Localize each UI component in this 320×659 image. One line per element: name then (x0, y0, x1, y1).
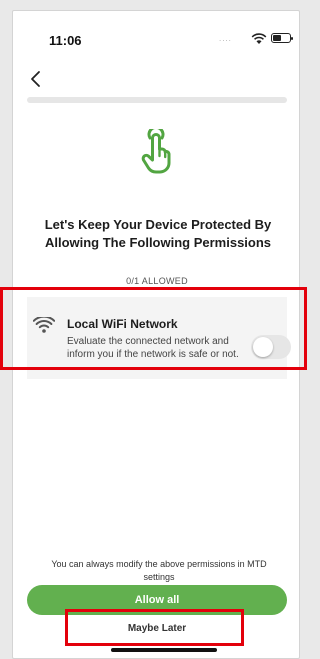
tap-hand-icon (139, 125, 173, 175)
allowed-count: 0/1 ALLOWED (126, 276, 188, 286)
allow-all-button[interactable]: Allow all (27, 585, 287, 615)
status-time: 11:06 (49, 33, 82, 48)
permission-title: Local WiFi Network (67, 317, 178, 331)
permission-description: Evaluate the connected network and infor… (67, 336, 239, 360)
back-button[interactable] (27, 67, 47, 91)
wifi-icon (32, 315, 56, 333)
maybe-later-button[interactable]: Maybe Later (73, 619, 241, 639)
page-title: Let's Keep Your Device Protected By Allo… (44, 217, 272, 250)
wifi-icon (251, 32, 267, 44)
toggle-knob (253, 337, 273, 357)
home-indicator (111, 648, 217, 652)
chevron-left-icon (31, 71, 40, 87)
footer-note: You can always modify the above permissi… (51, 559, 267, 582)
permission-card-wifi: Local WiFi Network Evaluate the connecte… (27, 297, 291, 379)
wifi-permission-toggle[interactable] (251, 335, 291, 359)
progress-bar (27, 97, 287, 103)
phone-screen: 11:06 .... Let's Keep Your Device Protec… (12, 10, 300, 659)
signal-dots: .... (219, 34, 232, 43)
battery-icon (271, 33, 293, 43)
